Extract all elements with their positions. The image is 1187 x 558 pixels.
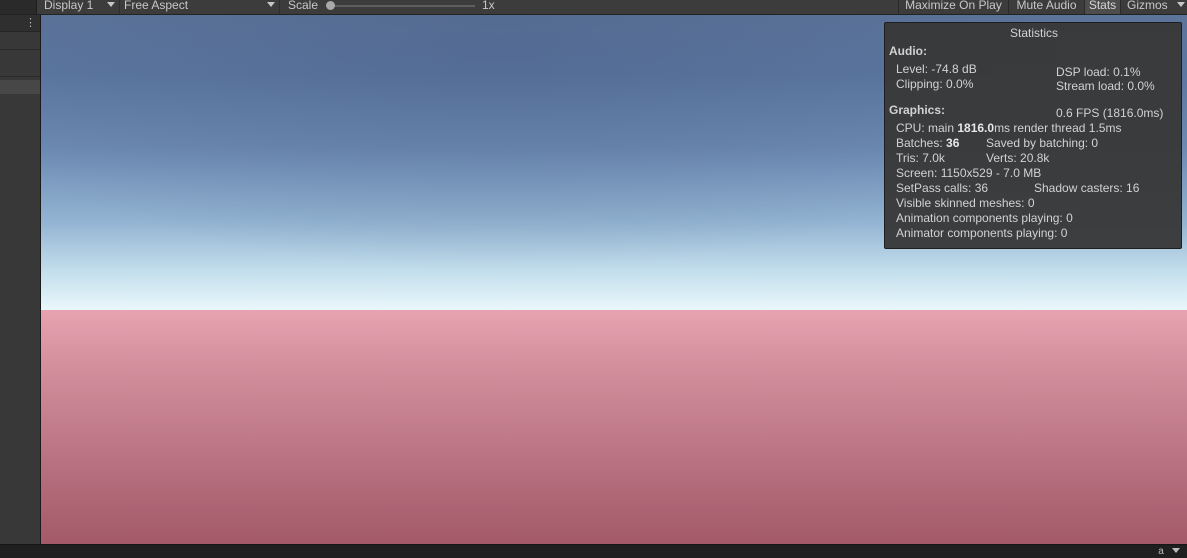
saved-by-batching: Saved by batching: 0 (986, 136, 1099, 150)
audio-clipping: Clipping: 0.0% (896, 77, 974, 91)
batches: Batches: 36 (896, 136, 959, 150)
animation-components: Animation components playing: 0 (896, 211, 1073, 225)
chevron-down-icon (1177, 2, 1185, 7)
fps: 0.6 FPS (1816.0ms) (1056, 106, 1164, 120)
mute-audio-label: Mute Audio (1016, 0, 1077, 12)
cpu-suffix: ms render thread 1.5ms (994, 121, 1122, 135)
tris: Tris: 7.0k (896, 151, 945, 165)
left-panel-header: ⋮ (0, 15, 40, 32)
setpass-calls: SetPass calls: 36 (896, 181, 989, 195)
audio-level: Level: -74.8 dB (896, 62, 977, 76)
gizmos-dropdown[interactable] (1174, 0, 1187, 14)
unity-game-view-window: Display 1 Free Aspect Scale 1x Maximize … (0, 0, 1187, 558)
panel-divider (0, 49, 40, 50)
scale-slider-track[interactable] (331, 5, 475, 7)
game-view-toolbar: Display 1 Free Aspect Scale 1x Maximize … (0, 0, 1187, 15)
gizmos-button[interactable]: Gizmos (1120, 0, 1174, 14)
scale-label: Scale (288, 0, 319, 12)
kebab-menu-icon[interactable]: ⋮ (25, 18, 36, 29)
status-bar: a (0, 544, 1187, 558)
aspect-dropdown-label: Free Aspect (124, 0, 189, 12)
scale-value: 1x (482, 0, 495, 12)
screen-info: Screen: 1150x529 - 7.0 MB (896, 166, 1042, 180)
graphics-heading: Graphics: (889, 103, 946, 117)
shadow-casters: Shadow casters: 16 (1034, 181, 1140, 195)
maximize-on-play-button[interactable]: Maximize On Play (898, 0, 1008, 14)
left-side-panel: ⋮ (0, 15, 41, 544)
cpu-stats: CPU: main 1816.0ms render thread 1.5ms (896, 121, 1121, 135)
game-tab-area[interactable] (0, 0, 37, 14)
batches-prefix: Batches: (896, 136, 947, 150)
statistics-panel: Statistics Audio: Level: -74.8 dB Clippi… (884, 22, 1182, 249)
stats-label: Stats (1088, 0, 1117, 12)
display-dropdown[interactable]: Display 1 (40, 0, 120, 14)
stream-load: Stream load: 0.0% (1056, 79, 1155, 93)
panel-divider (0, 76, 40, 77)
display-dropdown-label: Display 1 (44, 0, 94, 12)
selected-list-item[interactable] (0, 80, 40, 94)
dsp-load: DSP load: 0.1% (1056, 65, 1141, 79)
chevron-down-icon (267, 2, 275, 7)
lock-icon[interactable]: a (1156, 547, 1166, 557)
chevron-down-icon (107, 2, 115, 7)
cpu-main-value: 1816.0 (957, 121, 995, 135)
aspect-dropdown[interactable]: Free Aspect (120, 0, 280, 14)
maximize-on-play-label: Maximize On Play (905, 0, 1002, 12)
verts: Verts: 20.8k (986, 151, 1050, 165)
audio-heading: Audio: (889, 44, 927, 58)
statistics-title: Statistics (1009, 26, 1058, 40)
mute-audio-button[interactable]: Mute Audio (1008, 0, 1084, 14)
cpu-prefix: CPU: main (896, 121, 958, 135)
gizmos-label: Gizmos (1127, 0, 1168, 12)
batches-value: 36 (946, 136, 960, 150)
animator-components: Animator components playing: 0 (896, 226, 1068, 240)
scale-slider-handle[interactable] (326, 1, 335, 10)
chevron-down-icon[interactable] (1172, 548, 1180, 553)
ground-plane (41, 310, 1187, 544)
stats-button[interactable]: Stats (1084, 0, 1120, 14)
visible-skinned-meshes: Visible skinned meshes: 0 (896, 196, 1035, 210)
